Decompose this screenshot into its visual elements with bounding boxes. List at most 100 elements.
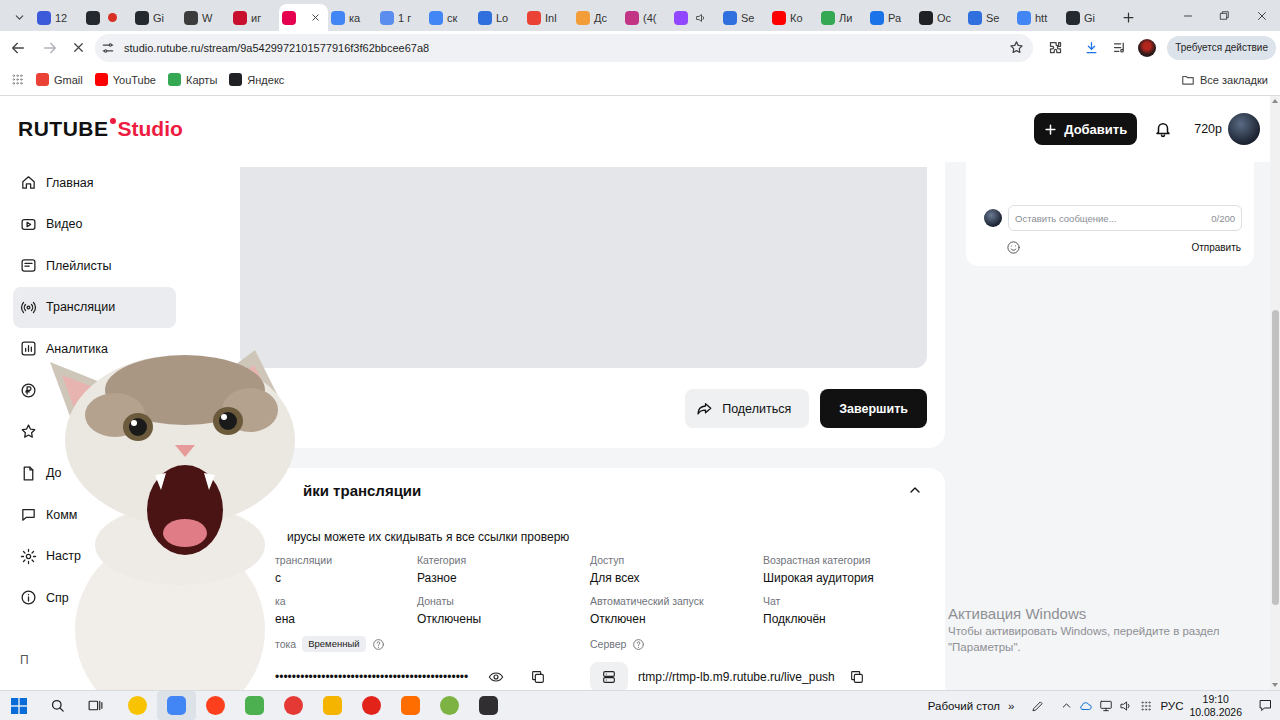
browser-tab[interactable]: (4( xyxy=(622,4,671,31)
chevron-up-icon[interactable] xyxy=(907,482,923,498)
start-windows-icon[interactable] xyxy=(0,691,38,720)
new-tab-icon[interactable] xyxy=(1114,4,1142,31)
extensions-icon[interactable] xyxy=(1041,34,1069,62)
input-language[interactable]: РУС xyxy=(1160,700,1183,712)
send-button[interactable]: Отправить xyxy=(1191,242,1242,253)
cloud-icon[interactable] xyxy=(1076,699,1096,713)
settings-field: Автоматический запускОтключен xyxy=(590,595,763,627)
taskbar-app[interactable] xyxy=(235,691,274,720)
tab-label: Ли xyxy=(839,12,852,24)
browser-tab[interactable]: 12 xyxy=(34,4,83,31)
settings-header[interactable]: йки трансляции xyxy=(222,468,945,512)
stop-icon[interactable] xyxy=(64,34,92,62)
close-tab-icon[interactable] xyxy=(310,12,321,23)
browser-tab[interactable]: Ко xyxy=(769,4,818,31)
browser-tab[interactable]: Se xyxy=(720,4,769,31)
quality-label[interactable]: 720р xyxy=(1194,122,1222,136)
favicon-icon xyxy=(478,11,492,25)
action-required-button[interactable]: Требуется действие xyxy=(1167,36,1276,60)
browser-tab[interactable]: htt xyxy=(1014,4,1063,31)
tray-up-icon[interactable] xyxy=(1056,699,1076,712)
end-stream-button[interactable]: Завершить xyxy=(820,389,927,428)
taskbar-app[interactable] xyxy=(352,691,391,720)
pen-icon[interactable] xyxy=(1028,699,1048,713)
bookmark-star-icon[interactable] xyxy=(1009,40,1024,55)
all-bookmarks[interactable]: Все закладки xyxy=(1175,73,1274,87)
browser-tab[interactable] xyxy=(83,4,132,31)
sidebar-item[interactable]: Главная xyxy=(13,162,176,204)
browser-tab[interactable]: Se xyxy=(965,4,1014,31)
left-column: ПоделитьсяЗавершитьйки трансляцииирусы м… xyxy=(222,162,945,690)
bookmark[interactable]: Яндекс xyxy=(223,73,290,86)
site-info-icon[interactable] xyxy=(101,41,115,55)
download-icon[interactable] xyxy=(1077,34,1105,62)
browser-tab[interactable]: Дс xyxy=(573,4,622,31)
emoji-icon[interactable] xyxy=(1006,240,1021,255)
browser-tab[interactable]: Gi xyxy=(1063,4,1112,31)
tab-search-icon[interactable] xyxy=(4,4,34,31)
taskbar-app[interactable] xyxy=(157,691,196,720)
bookmark[interactable]: YouTube xyxy=(89,73,162,86)
chat-input-box[interactable]: 0/200 xyxy=(1008,205,1242,231)
user-avatar[interactable] xyxy=(1228,113,1260,145)
browser-tab[interactable] xyxy=(671,4,720,31)
eye-icon[interactable] xyxy=(488,669,504,685)
keyboard-icon[interactable] xyxy=(1136,700,1156,712)
address-bar[interactable]: studio.rutube.ru/stream/9a54299721015779… xyxy=(95,34,1033,62)
copy-icon[interactable] xyxy=(530,669,546,685)
taskbar-app[interactable] xyxy=(274,691,313,720)
rutube-studio-logo[interactable]: RUTUBEStudio xyxy=(18,117,183,141)
help-icon[interactable] xyxy=(372,638,385,651)
back-icon[interactable] xyxy=(4,34,32,62)
browser-tab[interactable]: Ли xyxy=(818,4,867,31)
taskbar-app[interactable] xyxy=(469,691,508,720)
profile-avatar[interactable] xyxy=(1138,39,1156,57)
share-button[interactable]: Поделиться xyxy=(685,389,809,428)
browser-tab[interactable]: W xyxy=(181,4,230,31)
taskbar-app[interactable] xyxy=(196,691,235,720)
browser-tab[interactable]: Lo xyxy=(475,4,524,31)
browser-tab[interactable]: 1 г xyxy=(377,4,426,31)
media-icon[interactable] xyxy=(1105,34,1133,62)
taskbar-app[interactable] xyxy=(391,691,430,720)
notification-icon[interactable] xyxy=(1250,691,1280,720)
sidebar-item[interactable]: Трансляции xyxy=(13,287,176,329)
add-button[interactable]: Добавить xyxy=(1034,113,1137,145)
taskbar-app[interactable] xyxy=(118,691,157,720)
copy-icon[interactable] xyxy=(849,669,865,685)
minimize-icon[interactable] xyxy=(1169,0,1206,31)
network-icon[interactable] xyxy=(1096,699,1116,713)
clock[interactable]: 19:1010.08.2026 xyxy=(1189,693,1242,719)
scrollbar[interactable] xyxy=(1270,96,1280,690)
sidebar-item[interactable]: Видео xyxy=(13,204,176,246)
favicon-icon xyxy=(723,11,737,25)
browser-tab[interactable]: Gi xyxy=(132,4,181,31)
browser-tab[interactable]: Inl xyxy=(524,4,573,31)
bell-icon[interactable] xyxy=(1150,116,1176,142)
browser-tab[interactable]: ск xyxy=(426,4,475,31)
browser-tab[interactable]: ка xyxy=(328,4,377,31)
sidebar-item[interactable]: Плейлисты xyxy=(13,245,176,287)
scroll-thumb[interactable] xyxy=(1272,310,1279,605)
toolbar-overflow[interactable]: » xyxy=(1008,700,1014,712)
volume-icon[interactable] xyxy=(1116,699,1136,713)
browser-tab[interactable]: иг xyxy=(230,4,279,31)
task-view-icon[interactable] xyxy=(76,691,114,720)
browser-tab[interactable] xyxy=(279,4,328,31)
forward-icon[interactable] xyxy=(36,34,64,62)
browser-tab[interactable]: Ра xyxy=(867,4,916,31)
browser-tab[interactable]: Ос xyxy=(916,4,965,31)
bookmark[interactable]: Карты xyxy=(162,73,223,86)
search-icon[interactable] xyxy=(38,691,76,720)
apps-grid-icon[interactable] xyxy=(4,68,30,92)
taskbar-app[interactable] xyxy=(313,691,352,720)
watermark-line: Чтобы активировать Windows, перейдите в … xyxy=(948,623,1220,639)
chat-input[interactable] xyxy=(1015,213,1207,224)
bookmark[interactable]: Gmail xyxy=(30,73,89,86)
taskbar-app[interactable] xyxy=(430,691,469,720)
desktop-label[interactable]: Рабочий стол xyxy=(928,700,1000,712)
restore-icon[interactable] xyxy=(1206,0,1243,31)
close-window-icon[interactable] xyxy=(1243,0,1280,31)
help-icon[interactable] xyxy=(632,638,645,651)
url-text[interactable]: studio.rutube.ru/stream/9a54299721015779… xyxy=(124,42,1009,54)
